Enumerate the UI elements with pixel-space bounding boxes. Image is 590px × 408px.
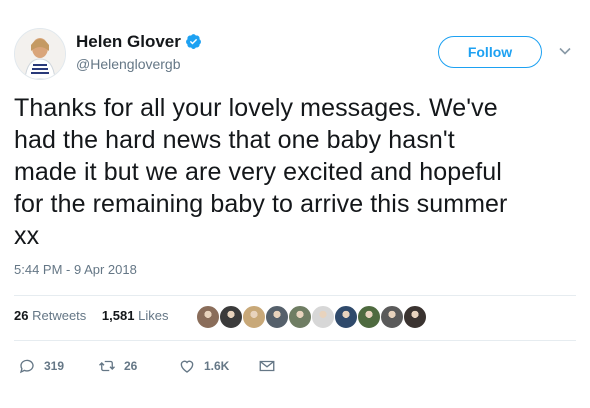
retweets-label: Retweets (32, 308, 87, 323)
author-handle[interactable]: @Helenglovergb (76, 54, 202, 74)
like-count: 1.6K (204, 359, 230, 373)
divider (14, 295, 576, 296)
tweet-text-line: had the hard news that one baby hasn't (14, 126, 455, 154)
retweets-stat[interactable]: 26 Retweets (14, 308, 86, 323)
retweet-button[interactable]: 26 (98, 356, 137, 376)
liker-avatar[interactable] (242, 305, 266, 329)
likes-stat[interactable]: 1,581 Likes (102, 308, 169, 323)
divider (14, 340, 576, 341)
retweet-count: 26 (124, 359, 138, 373)
reply-count: 319 (44, 359, 65, 373)
reply-icon (19, 359, 34, 374)
liker-avatar[interactable] (265, 305, 289, 329)
follow-button[interactable]: Follow (438, 36, 542, 68)
liker-avatar[interactable] (288, 305, 312, 329)
author-avatar[interactable] (14, 28, 66, 80)
liker-avatar[interactable] (380, 305, 404, 329)
tweet-text: Thanks for all your lovely messages. We'… (14, 92, 576, 252)
tweet-text-line: xx (14, 222, 40, 250)
envelope-icon (259, 360, 275, 372)
likes-count: 1,581 (101, 308, 135, 323)
liker-avatar[interactable] (334, 305, 358, 329)
verified-badge-icon (185, 34, 201, 49)
likes-label: Likes (138, 308, 169, 323)
tweet-header: Helen Glover @Helenglovergb Follow (14, 26, 576, 82)
like-button[interactable]: 1.6K (178, 356, 229, 376)
liker-avatar[interactable] (196, 305, 220, 329)
liker-avatar[interactable] (403, 305, 427, 329)
tweet-stats: 26 Retweets 1,581 Likes (14, 308, 180, 323)
liker-avatar[interactable] (311, 305, 335, 329)
liker-avatar[interactable] (219, 305, 243, 329)
heart-icon (180, 360, 194, 373)
retweet-icon (99, 360, 115, 372)
tweet-text-line: Thanks for all your lovely messages. We'… (14, 94, 498, 122)
tweet-card: Helen Glover @Helenglovergb Follow Thank… (0, 0, 590, 408)
tweet-text-line: for the remaining baby to arrive this su… (14, 190, 508, 218)
tweet-timestamp[interactable]: 5:44 PM - 9 Apr 2018 (14, 262, 137, 277)
retweets-count: 26 (14, 308, 29, 323)
tweet-text-line: made it but we are very excited and hope… (14, 158, 502, 186)
author-info: Helen Glover @Helenglovergb (76, 32, 202, 74)
direct-message-button[interactable] (258, 356, 276, 376)
reply-button[interactable]: 319 (18, 356, 64, 376)
author-display-name[interactable]: Helen Glover (76, 32, 181, 51)
liker-avatar[interactable] (357, 305, 381, 329)
chevron-down-icon[interactable] (558, 44, 572, 58)
